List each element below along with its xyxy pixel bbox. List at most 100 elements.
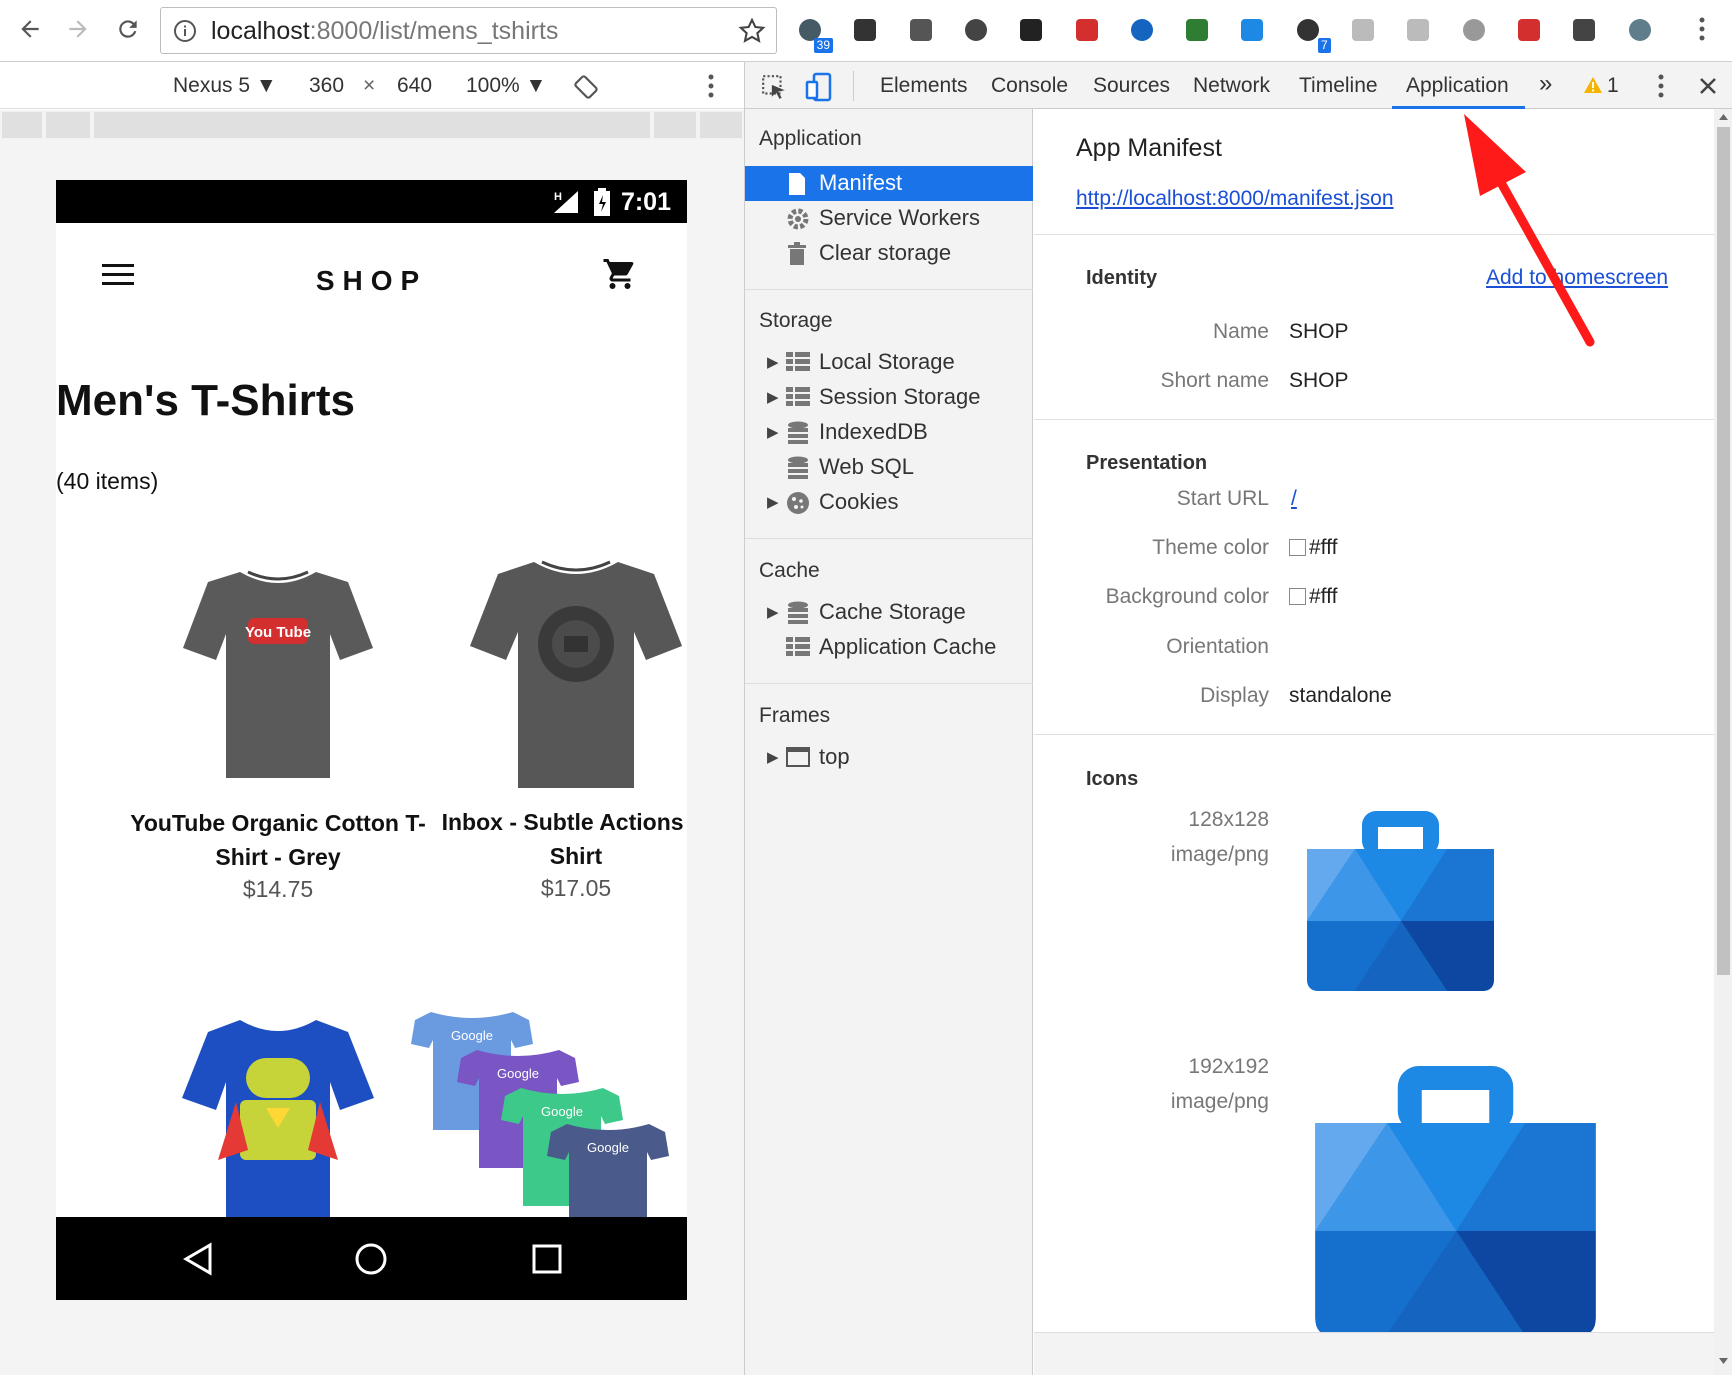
dimension-separator: × — [363, 74, 376, 97]
shop-bag-icon-128[interactable] — [1307, 811, 1494, 991]
close-devtools-icon[interactable] — [1698, 76, 1718, 96]
theme-color-text: #fff — [1309, 536, 1338, 559]
warning-icon[interactable] — [1583, 76, 1603, 94]
pocket-icon[interactable] — [959, 13, 993, 47]
grid-table-icon — [786, 352, 810, 371]
device-select[interactable]: Nexus 5 ▼ — [173, 74, 277, 98]
start-url-link[interactable]: / — [1291, 487, 1297, 511]
grid-table-icon — [786, 637, 810, 656]
signal-hand-icon[interactable]: 7 — [1291, 13, 1331, 53]
avatar-icon[interactable] — [1623, 13, 1657, 47]
bookmark-star-icon[interactable] — [738, 17, 766, 45]
acrobat-icon[interactable] — [1070, 13, 1104, 47]
manifest-url-link[interactable]: http://localhost:8000/manifest.json — [1076, 187, 1394, 211]
zoom-select[interactable]: 100% ▼ — [466, 74, 546, 98]
shopping-cart-icon[interactable] — [602, 256, 638, 292]
expand-arrow-icon[interactable]: ▶ — [767, 493, 779, 511]
media-query-ruler[interactable] — [0, 110, 744, 140]
sidebar-item-cookies[interactable]: ▶ Cookies — [745, 485, 1033, 520]
more-tabs-button[interactable]: » — [1539, 70, 1552, 98]
expand-arrow-icon[interactable]: ▶ — [767, 388, 779, 406]
todo-badge-icon[interactable]: 39 — [793, 13, 833, 53]
tab-elements[interactable]: Elements — [880, 74, 968, 98]
forward-button[interactable] — [60, 11, 96, 47]
shield-grey-icon[interactable] — [1346, 13, 1380, 47]
device-menu-dots-icon[interactable] — [707, 73, 715, 99]
tshirt-youtube-grey-image[interactable]: You Tube — [178, 560, 378, 790]
tab-console[interactable]: Console — [991, 74, 1068, 98]
tshirts-google-multicolor-image[interactable]: Google Google Google Google — [411, 1000, 671, 1220]
nav-recents-icon[interactable] — [532, 1244, 562, 1274]
tab-network[interactable]: Network — [1193, 74, 1270, 98]
icon-type: image/png — [1170, 1090, 1269, 1113]
viewport-width[interactable]: 360 — [309, 74, 344, 98]
raw-icon[interactable] — [1401, 13, 1435, 47]
expand-arrow-icon[interactable]: ▶ — [767, 353, 779, 371]
nav-home-icon[interactable] — [354, 1242, 388, 1276]
sidebar-item-label: Manifest — [819, 170, 903, 195]
rotate-icon[interactable] — [573, 74, 599, 100]
product-name[interactable]: Inbox - Subtle Actions T-Shirt — [427, 805, 687, 873]
product-card[interactable]: Google Google Google Google — [396, 1000, 686, 1220]
item-count: (40 items) — [56, 468, 159, 494]
sidebar-item-web-sql[interactable]: Web SQL — [745, 450, 1033, 485]
scroll-up-arrow-icon[interactable] — [1718, 113, 1729, 121]
expand-arrow-icon[interactable]: ▶ — [767, 748, 779, 766]
product-card[interactable] — [129, 1010, 427, 1220]
cors-icon[interactable] — [1512, 13, 1546, 47]
tshirt-inbox-grey-image[interactable] — [466, 552, 686, 797]
frame-window-icon — [786, 747, 810, 767]
shop-title[interactable]: SHOP — [56, 265, 687, 297]
browser-toolbar: localhost:8000/list/mens_tshirts 39 7 — [0, 0, 1732, 62]
nav-back-icon[interactable] — [182, 1242, 214, 1276]
manifest-scrollbar[interactable] — [1714, 109, 1732, 1375]
sidebar-item-session-storage[interactable]: ▶ Session Storage — [745, 380, 1033, 415]
refresh-green-icon[interactable] — [1180, 13, 1214, 47]
sidebar-item-frame-top[interactable]: ▶ top — [745, 740, 1033, 775]
sidebar-item-indexeddb[interactable]: ▶ IndexedDB — [745, 415, 1033, 450]
ghostery-icon[interactable] — [848, 13, 882, 47]
tab-sources[interactable]: Sources — [1093, 74, 1170, 98]
inspect-element-icon[interactable] — [761, 74, 787, 100]
device-toggle-icon[interactable] — [805, 72, 833, 102]
sidebar-item-application-cache[interactable]: Application Cache — [745, 630, 1033, 665]
product-card[interactable]: You Tube YouTube Organic Cotton T-Shirt … — [129, 560, 427, 904]
address-bar[interactable]: localhost:8000/list/mens_tshirts — [160, 7, 777, 54]
sidebar-item-local-storage[interactable]: ▶ Local Storage — [745, 345, 1033, 380]
product-card[interactable]: Inbox - Subtle Actions T-Shirt $17.05 — [427, 560, 687, 903]
device-name: Nexus 5 — [173, 74, 251, 97]
reload-button[interactable] — [110, 11, 146, 47]
sidebar-item-service-workers[interactable]: Service Workers — [745, 201, 1033, 236]
eyedropper-icon[interactable] — [904, 13, 938, 47]
devtools-menu-dots-icon[interactable] — [1657, 73, 1665, 99]
scrollbar-thumb[interactable] — [1717, 127, 1730, 975]
expand-arrow-icon[interactable]: ▶ — [767, 603, 779, 621]
youtube-logo-text: You Tube — [245, 624, 311, 641]
tab-timeline[interactable]: Timeline — [1299, 74, 1378, 98]
svg-text:H: H — [554, 191, 562, 203]
tab-application[interactable]: Application — [1406, 74, 1509, 98]
sidebar-header-application: Application — [759, 127, 862, 150]
short-name-label: Short name — [1160, 369, 1269, 392]
camera-icon[interactable] — [1457, 13, 1491, 47]
info-icon[interactable] — [173, 19, 197, 43]
scroll-down-arrow-icon[interactable] — [1718, 1357, 1729, 1365]
back-button[interactable] — [12, 11, 48, 47]
tshirt-android-blue-image[interactable] — [178, 1010, 378, 1220]
sidebar-item-cache-storage[interactable]: ▶ Cache Storage — [745, 595, 1033, 630]
product-name[interactable]: YouTube Organic Cotton T-Shirt - Grey — [129, 806, 427, 874]
window-resizer-icon[interactable] — [1235, 13, 1269, 47]
sidebar-item-clear-storage[interactable]: Clear storage — [745, 236, 1033, 271]
shop-bag-icon-192[interactable] — [1315, 1066, 1596, 1336]
theme-color-value: #fff — [1289, 536, 1337, 560]
viewport-height[interactable]: 640 — [397, 74, 432, 98]
incognito-icon[interactable] — [1014, 13, 1048, 47]
vimium-icon[interactable] — [1125, 13, 1159, 47]
translate-icon[interactable] — [1567, 13, 1601, 47]
expand-arrow-icon[interactable]: ▶ — [767, 423, 779, 441]
sidebar-item-manifest[interactable]: Manifest — [745, 166, 1033, 201]
android-nav-bar — [56, 1217, 687, 1300]
warning-count[interactable]: 1 — [1607, 74, 1619, 98]
url-text[interactable]: localhost:8000/list/mens_tshirts — [211, 17, 558, 46]
chrome-menu-button[interactable] — [1688, 11, 1716, 47]
